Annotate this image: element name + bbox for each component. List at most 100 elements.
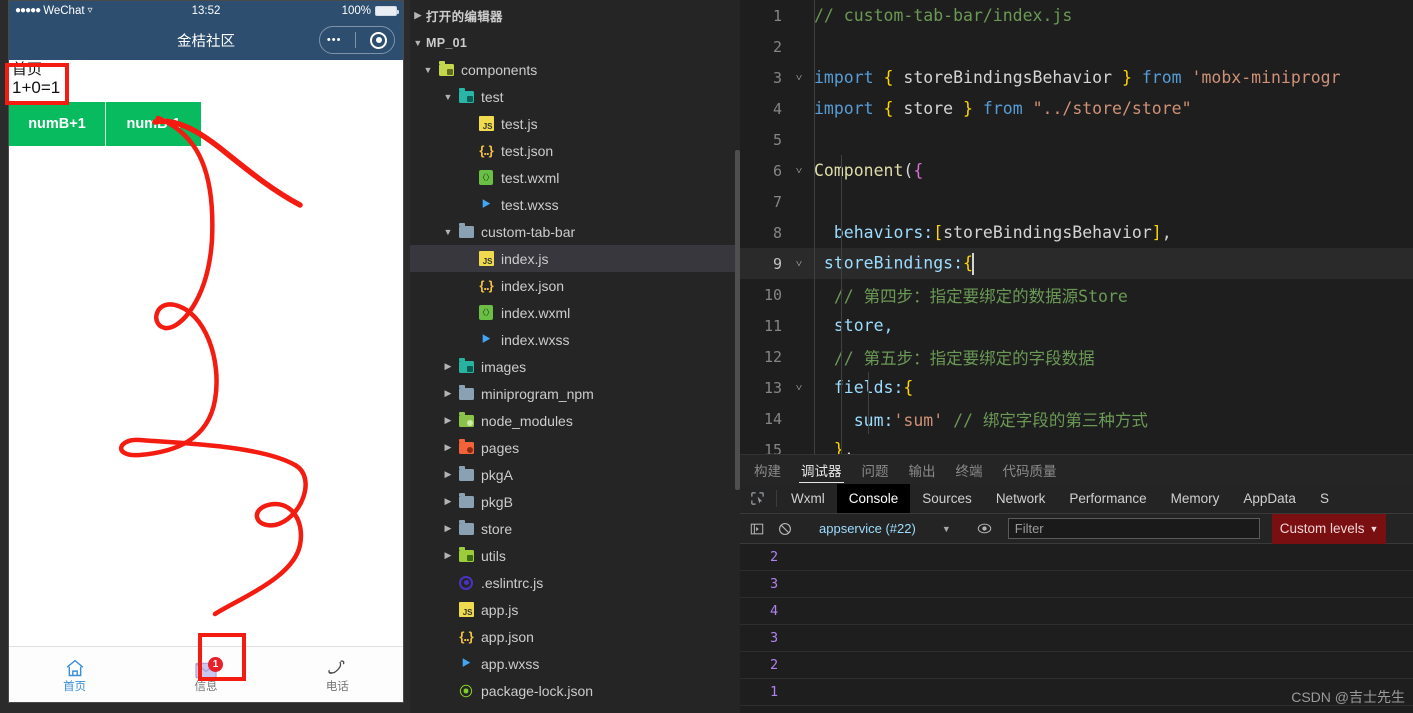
chevron-right-icon[interactable]: ▶ xyxy=(440,550,456,561)
devtools-tab[interactable]: Sources xyxy=(910,484,984,513)
line-number: 8 xyxy=(772,223,782,242)
file-tree-item-label: custom-tab-bar xyxy=(481,223,576,240)
eye-icon[interactable] xyxy=(974,518,996,540)
file-tree-item[interactable]: ▶ miniprogram_npm xyxy=(410,380,740,407)
file-tree-item[interactable]: ▶ utils xyxy=(410,542,740,569)
code-token: import xyxy=(814,99,884,118)
capsule-more-icon[interactable]: ••• xyxy=(327,34,342,46)
panel-tab[interactable]: 调试器 xyxy=(799,455,844,485)
tab-home[interactable]: 首页 xyxy=(9,655,140,694)
code-line[interactable]: 2 xyxy=(740,31,1413,62)
code-line[interactable]: 5 xyxy=(740,124,1413,155)
code-token: sum: xyxy=(814,410,894,430)
text-cursor xyxy=(971,252,974,275)
code-token: ( xyxy=(903,161,914,180)
panel-tab[interactable]: 输出 xyxy=(907,455,938,485)
file-tree-item-label: miniprogram_npm xyxy=(481,385,594,402)
chevron-right-icon[interactable]: ▶ xyxy=(440,361,456,372)
file-tree-item[interactable]: ▶{..}index.json xyxy=(410,272,740,299)
devtools-tab[interactable]: Memory xyxy=(1159,484,1232,513)
code-line[interactable]: 3 ˅ import { storeBindingsBehavior } from … xyxy=(740,62,1413,93)
fold-chevron-icon[interactable]: ˅ xyxy=(790,71,808,84)
panel-tab[interactable]: 终端 xyxy=(954,455,985,485)
fold-chevron-icon[interactable]: ˅ xyxy=(790,381,808,394)
chevron-down-icon[interactable]: ▼ xyxy=(420,65,436,75)
open-editors-header[interactable]: ▶ 打开的编辑器 xyxy=(410,2,740,29)
chevron-right-icon[interactable]: ▶ xyxy=(440,523,456,534)
devtools-tab[interactable]: Console xyxy=(836,484,911,513)
file-tree-item[interactable]: ▶⯈app.wxss xyxy=(410,650,740,677)
wechat-simulator-panel: ●●●●● WeChat ▿ 13:52 100% 金桔社区 ••• 首页 1+… xyxy=(0,0,410,713)
fold-chevron-icon[interactable]: ˅ xyxy=(790,164,808,177)
clear-console-icon[interactable] xyxy=(774,518,796,540)
code-line[interactable]: 1 // custom-tab-bar/index.js xyxy=(740,0,1413,31)
js-file-icon: JS xyxy=(456,602,476,617)
code-editor[interactable]: 1// custom-tab-bar/index.js 2 3 ˅ import { s… xyxy=(740,0,1413,454)
file-tree-item[interactable]: ▶〈〉index.wxml xyxy=(410,299,740,326)
chevron-down-icon[interactable]: ▼ xyxy=(1370,524,1379,534)
inspect-element-icon[interactable] xyxy=(740,484,774,513)
file-tree-item[interactable]: ▶ store xyxy=(410,515,740,542)
chevron-right-icon[interactable]: ▶ xyxy=(410,10,426,21)
wechat-capsule-menu[interactable]: ••• xyxy=(319,26,395,54)
fold-chevron-icon[interactable]: ˅ xyxy=(790,257,808,270)
devtools-tab[interactable]: Wxml xyxy=(779,484,837,513)
file-tree-item[interactable]: ▼ custom-tab-bar xyxy=(410,218,740,245)
indent-guide xyxy=(868,372,869,434)
tab-phone[interactable]: 电话 xyxy=(272,655,403,694)
numb-plus-button[interactable]: numB+1 xyxy=(9,102,105,146)
file-tree-item-label: components xyxy=(461,61,538,78)
chevron-down-icon[interactable]: ▼ xyxy=(440,92,456,102)
chevron-down-icon[interactable]: ▼ xyxy=(410,38,426,48)
code-token: 'mobx-miniprogr xyxy=(1191,68,1341,87)
devtools-tab[interactable]: S xyxy=(1308,484,1341,513)
file-tree-item[interactable]: ▶ images xyxy=(410,353,740,380)
chevron-down-icon[interactable]: ▼ xyxy=(942,524,951,534)
devtools-tab[interactable]: Performance xyxy=(1057,484,1158,513)
file-tree-item[interactable]: ▶JSindex.js xyxy=(410,245,740,272)
project-root-header[interactable]: ▼ MP_01 xyxy=(410,29,740,56)
tab-message[interactable]: 1 信息 xyxy=(140,655,271,694)
capsule-close-icon[interactable] xyxy=(370,31,388,49)
devtools-tab[interactable]: Network xyxy=(984,484,1058,513)
file-tree-item[interactable]: ▶JStest.js xyxy=(410,110,740,137)
file-tree-item[interactable]: ▶{..}app.json xyxy=(410,623,740,650)
code-token: // 第四步：指定要绑定的数据源Store xyxy=(814,286,1128,306)
devtools-tab[interactable]: AppData xyxy=(1231,484,1308,513)
code-token: , xyxy=(843,440,854,454)
chevron-right-icon[interactable]: ▶ xyxy=(440,388,456,399)
chevron-right-icon[interactable]: ▶ xyxy=(440,496,456,507)
file-tree-item[interactable]: ▶⯈test.wxss xyxy=(410,191,740,218)
file-tree-item[interactable]: ▶JSapp.js xyxy=(410,596,740,623)
numb-minus-button[interactable]: numB-1 xyxy=(105,102,201,146)
file-tree-item[interactable]: ▶{..}test.json xyxy=(410,137,740,164)
sidebar-toggle-icon[interactable] xyxy=(746,518,768,540)
chevron-right-icon[interactable]: ▶ xyxy=(440,469,456,480)
chevron-down-icon[interactable]: ▼ xyxy=(440,227,456,237)
file-tree-item[interactable]: ▶ pages xyxy=(410,434,740,461)
file-tree-item[interactable]: ▶⯈index.wxss xyxy=(410,326,740,353)
sum-expression-text: 1+0=1 xyxy=(12,78,61,97)
panel-tab[interactable]: 问题 xyxy=(860,455,891,485)
file-tree-item[interactable]: ▶ pkgB xyxy=(410,488,740,515)
file-tree-item-label: test.wxml xyxy=(501,169,560,186)
console-context-selector[interactable]: appservice (#22) ▼ xyxy=(813,521,957,536)
eslint-file-icon xyxy=(456,575,476,590)
file-tree-item[interactable]: ▶⦿package-lock.json xyxy=(410,677,740,704)
file-tree-item[interactable]: ▼ components xyxy=(410,56,740,83)
file-tree-item-label: test.js xyxy=(501,115,538,132)
chevron-right-icon[interactable]: ▶ xyxy=(440,415,456,426)
log-levels-dropdown[interactable]: Custom levels ▼ xyxy=(1271,513,1387,544)
file-tree-item[interactable]: ▶ pkgA xyxy=(410,461,740,488)
chevron-right-icon[interactable]: ▶ xyxy=(440,442,456,453)
file-tree-item[interactable]: ▼ test xyxy=(410,83,740,110)
panel-tab[interactable]: 构建 xyxy=(752,455,783,485)
file-tree-item[interactable]: ▶.eslintrc.js xyxy=(410,569,740,596)
panel-tab[interactable]: 代码质量 xyxy=(1001,455,1059,485)
file-tree-item[interactable]: ▶ node_modules xyxy=(410,407,740,434)
wxss-file-icon: ⯈ xyxy=(480,331,492,347)
console-filter-input[interactable]: Filter xyxy=(1007,518,1260,539)
code-line[interactable]: 4 import { store } from "../store/store" xyxy=(740,93,1413,124)
code-text: import { store } from "../store/store" xyxy=(808,99,1192,118)
file-tree-item[interactable]: ▶〈〉test.wxml xyxy=(410,164,740,191)
